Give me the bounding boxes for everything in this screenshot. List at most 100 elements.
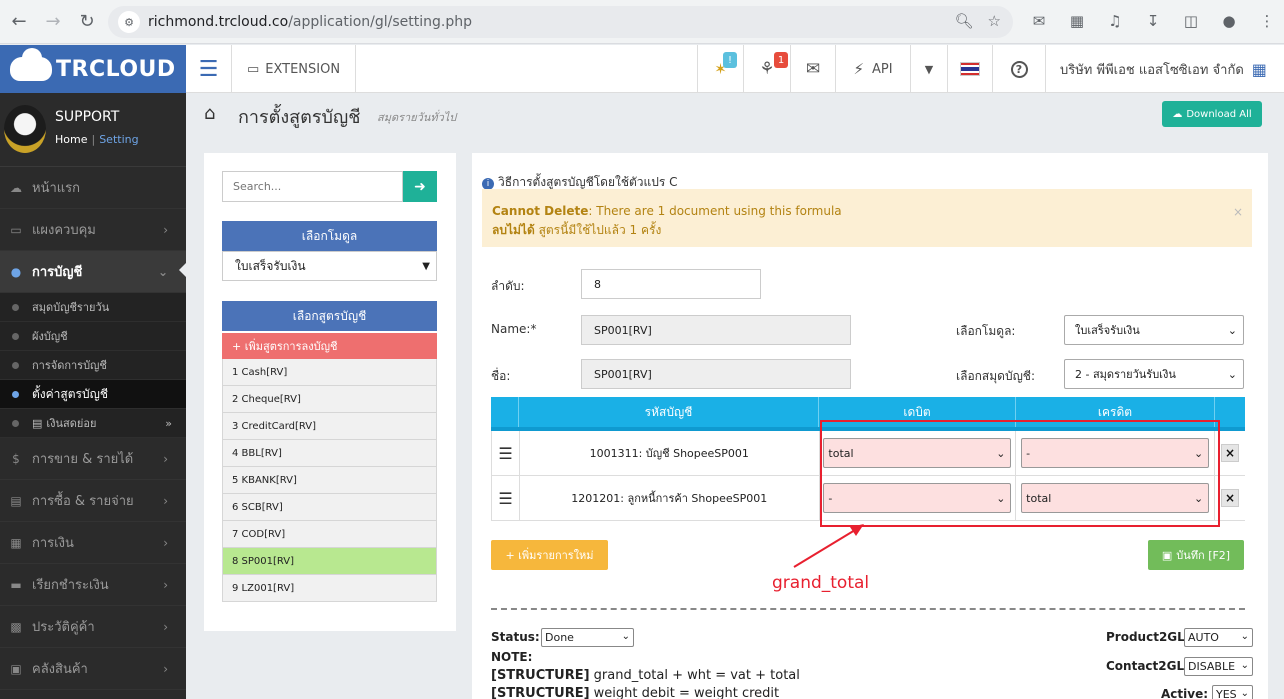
status-select[interactable]: Done ⌄	[541, 628, 634, 647]
profile-icon[interactable]: ●	[1216, 8, 1242, 34]
promo-button[interactable]: ✶ !	[697, 45, 743, 93]
form-module-value: ใบเสร็จรับเงิน	[1075, 324, 1140, 337]
thai-flag-icon	[960, 62, 980, 76]
formula-item[interactable]: 3 CreditCard[RV]	[222, 413, 437, 440]
company-selector[interactable]: บริษัท พีพีเอช แอสโซซิเอท จำกัด ▦	[1045, 45, 1284, 93]
sidebar-item-finance[interactable]: ▦ การเงิน ›	[0, 522, 186, 564]
sidebar-sub-label: ผังบัญชี	[32, 330, 68, 343]
search-input[interactable]	[222, 171, 403, 202]
formula-item[interactable]: 9 LZ001[RV]	[222, 575, 437, 602]
extensions-puzzle-icon[interactable]: ▦	[1064, 8, 1090, 34]
sidebar-item-home[interactable]: ☁ หน้าแรก	[0, 167, 186, 209]
product2gl-select[interactable]: AUTO ⌄	[1184, 628, 1253, 647]
contact2gl-value: DISABLE	[1188, 660, 1236, 673]
formula-item[interactable]: 2 Cheque[RV]	[222, 386, 437, 413]
product2gl-value: AUTO	[1188, 631, 1219, 644]
name-th-label: ชื่อ:	[491, 369, 511, 383]
mail-button[interactable]: ✉	[790, 45, 835, 93]
close-icon[interactable]: ×	[1233, 203, 1243, 222]
download-icon[interactable]: ↧	[1140, 8, 1166, 34]
forward-icon[interactable]: →	[38, 7, 68, 37]
delete-row-button[interactable]: ×	[1221, 444, 1239, 462]
address-bar[interactable]: ⚙ richmond.trcloud.co/application/gl/set…	[108, 6, 1013, 38]
side-panel-icon[interactable]: ◫	[1178, 8, 1204, 34]
back-icon[interactable]: ←	[4, 7, 34, 37]
name-input[interactable]: SP001[RV]	[581, 315, 851, 345]
setting-link[interactable]: Setting	[99, 133, 138, 146]
chevron-right-icon: ›	[163, 619, 168, 634]
save-button[interactable]: ▣ บันทึก [F2]	[1148, 540, 1244, 570]
form-module-select[interactable]: ใบเสร็จรับเงิน ⌄	[1064, 315, 1244, 345]
delete-row-button[interactable]: ×	[1221, 489, 1239, 507]
bookmark-star-icon[interactable]: ☆	[988, 12, 1001, 30]
sidebar-item-label: หน้าแรก	[32, 181, 80, 196]
sidebar-sub-chart-of-accounts[interactable]: ผังบัญชี	[0, 322, 186, 351]
download-all-button[interactable]: ☁ Download All	[1162, 101, 1262, 127]
avatar[interactable]	[4, 105, 46, 153]
formula-item[interactable]: 1 Cash[RV]	[222, 359, 437, 386]
sidebar-item-accounting[interactable]: ● การบัญชี ⌄	[0, 251, 186, 293]
name-label: Name:*	[491, 322, 537, 336]
account-cell: 1201201: ลูกหนี้การค้า ShopeeSP001	[571, 492, 768, 505]
cloud-icon	[10, 48, 52, 81]
home-link[interactable]: Home	[55, 133, 87, 146]
extension-chat-icon[interactable]: ✉	[1026, 8, 1052, 34]
sidebar-item-sales[interactable]: $ การขาย & รายได้ ›	[0, 438, 186, 480]
module-select[interactable]: ใบเสร็จรับเงิน ▼	[222, 251, 437, 281]
sidebar-item-purchases[interactable]: ▤ การซื้อ & รายจ่าย ›	[0, 480, 186, 522]
formula-edit-panel: i วิธีการตั้งสูตรบัญชีโดยใช้ตัวแปร C Cann…	[472, 153, 1268, 699]
api-button[interactable]: ⚡ API	[835, 45, 910, 93]
media-queue-icon[interactable]: ♫	[1102, 8, 1128, 34]
browser-menu-icon[interactable]: ⋮	[1254, 8, 1280, 34]
active-label: Active:	[1161, 687, 1209, 699]
chevron-down-icon: ⌄	[1240, 631, 1249, 642]
trcloud-logo[interactable]: TRCLOUD	[0, 45, 186, 93]
chevron-down-icon: ⌄	[157, 264, 168, 279]
sidebar-sub-petty-cash[interactable]: ▤ เงินสดย่อย »	[0, 409, 186, 438]
search-button[interactable]: ➜	[403, 171, 437, 202]
sidebar-item-inventory[interactable]: ▣ คลังสินค้า ›	[0, 648, 186, 690]
formula-item[interactable]: 4 BBL[RV]	[222, 440, 437, 467]
add-formula-button[interactable]: + เพิ่มสูตรการลงบัญชี	[222, 333, 437, 359]
cloud-download-icon: ☁	[1172, 108, 1183, 120]
name-th-input[interactable]: SP001[RV]	[581, 359, 851, 389]
sidebar-item-billing[interactable]: ▬ เรียกชำระเงิน ›	[0, 564, 186, 606]
help-button[interactable]: ?	[992, 45, 1045, 93]
sidebar-sub-gl-setting[interactable]: ตั้งค่าสูตรบัญชี	[0, 380, 186, 409]
active-value: YES	[1216, 688, 1237, 699]
contact2gl-select[interactable]: DISABLE ⌄	[1184, 657, 1253, 676]
book-select[interactable]: 2 - สมุดรายวันรับเงิน ⌄	[1064, 359, 1244, 389]
sidebar-sub-label: สมุดบัญชีรายวัน	[32, 301, 110, 314]
sidebar-item-label: การเงิน	[32, 536, 74, 551]
zoom-icon[interactable]: 🔍︎	[955, 12, 974, 30]
floppy-icon: ▣	[1161, 548, 1173, 562]
notification-button[interactable]: ⚘ 1	[743, 45, 790, 93]
sidebar-item-contacts[interactable]: ▩ ประวัติคู่ค้า ›	[0, 606, 186, 648]
browser-toolbar: ← → ↻ ⚙ richmond.trcloud.co/application/…	[0, 0, 1284, 44]
formula-item[interactable]: 5 KBANK[RV]	[222, 467, 437, 494]
menu-toggle-icon[interactable]: ☰	[186, 45, 232, 93]
sidebar-item-dashboard[interactable]: ▭ แผงควบคุม ›	[0, 209, 186, 251]
logo-text: TRCLOUD	[56, 56, 176, 82]
home-icon[interactable]: ⌂	[204, 103, 215, 124]
add-row-button[interactable]: + เพิ่มรายการใหม่	[491, 540, 608, 570]
sidebar-item-label: การขาย & รายได้	[32, 452, 134, 467]
formula-item-selected[interactable]: 8 SP001[RV]	[222, 548, 437, 575]
dropdown-button[interactable]: ▼	[910, 45, 947, 93]
chevron-right-icon: ›	[163, 451, 168, 466]
site-info-icon[interactable]: ⚙	[118, 11, 140, 33]
extension-link[interactable]: ▭ EXTENSION	[232, 45, 356, 93]
order-input[interactable]: 8	[581, 269, 761, 299]
sidebar-sub-journal[interactable]: สมุดบัญชีรายวัน	[0, 293, 186, 322]
chevron-right-icon: ›	[163, 493, 168, 508]
sidebar-sub-account-management[interactable]: การจัดการบัญชี	[0, 351, 186, 380]
chevron-down-icon: ⌄	[1227, 368, 1237, 381]
reload-icon[interactable]: ↻	[72, 7, 102, 37]
language-button[interactable]	[947, 45, 992, 93]
drag-handle-icon[interactable]: ☰	[492, 476, 520, 520]
formula-item[interactable]: 6 SCB[RV]	[222, 494, 437, 521]
active-select[interactable]: YES ⌄	[1212, 685, 1253, 699]
book-select-value: 2 - สมุดรายวันรับเงิน	[1075, 368, 1176, 381]
drag-handle-icon[interactable]: ☰	[492, 431, 520, 475]
formula-item[interactable]: 7 COD[RV]	[222, 521, 437, 548]
